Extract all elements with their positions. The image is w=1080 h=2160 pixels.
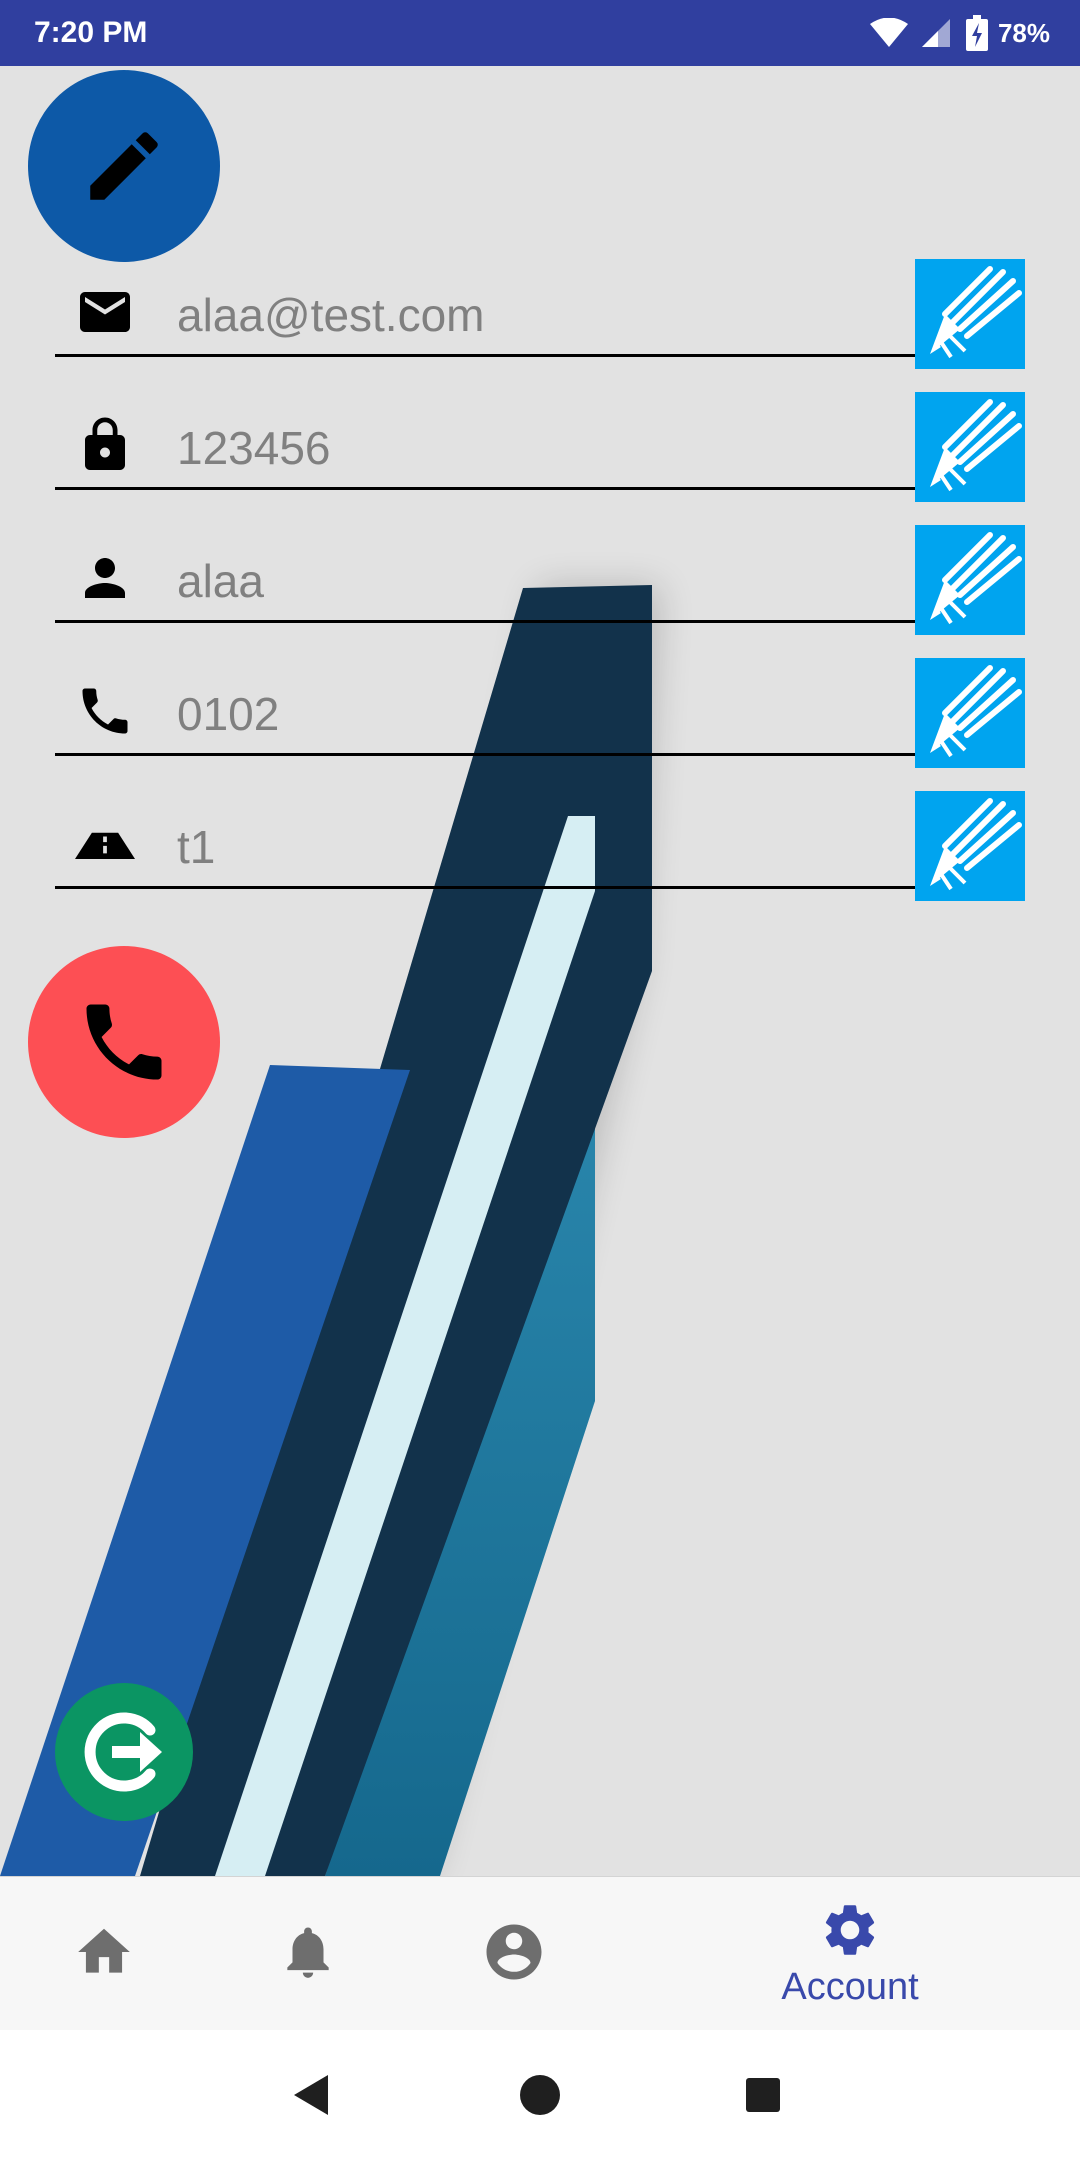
email-value[interactable]: alaa@test.com: [177, 287, 485, 343]
road-icon: [75, 814, 135, 874]
nav-notifications[interactable]: [256, 1877, 360, 2031]
gear-icon: [825, 1905, 875, 1955]
phone-icon: [75, 681, 135, 741]
status-icons: 78%: [869, 12, 1050, 54]
status-time: 7:20 PM: [34, 16, 148, 49]
edit-road-button[interactable]: [915, 791, 1025, 901]
email-field-row: alaa@test.com: [55, 244, 1025, 369]
recents-button[interactable]: [733, 2065, 793, 2125]
name-value[interactable]: alaa: [177, 553, 264, 609]
edit-profile-button[interactable]: [28, 70, 220, 262]
home-icon: [78, 1928, 130, 1973]
phone-value[interactable]: 0102: [177, 686, 279, 742]
wifi-icon: [869, 18, 908, 47]
nav-account-label: Account: [781, 1966, 919, 2008]
road-value[interactable]: t1: [177, 819, 215, 875]
phone-field-row: 0102: [55, 643, 1025, 768]
bottom-navigation: Account: [0, 1876, 1080, 2031]
edit-phone-button[interactable]: [915, 658, 1025, 768]
edit-email-button[interactable]: [915, 259, 1025, 369]
system-navigation-bar: [0, 2030, 1080, 2160]
edit-name-button[interactable]: [915, 525, 1025, 635]
battery-percent: 78%: [997, 17, 1050, 48]
back-button[interactable]: [282, 2065, 342, 2125]
lock-icon: [75, 415, 135, 475]
recents-square-icon: [746, 2078, 780, 2112]
edit-password-button[interactable]: [915, 392, 1025, 502]
home-system-button[interactable]: [510, 2065, 570, 2125]
logout-icon: [84, 1712, 162, 1792]
name-field-row: alaa: [55, 510, 1025, 635]
battery-charging-icon: [965, 15, 988, 51]
edit-brush-icon: [930, 665, 1022, 758]
logout-button[interactable]: [55, 1683, 193, 1821]
home-circle-icon: [520, 2075, 560, 2115]
edit-brush-icon: [930, 798, 1022, 891]
signal-icon: [921, 19, 950, 47]
edit-brush-icon: [930, 532, 1022, 625]
edit-brush-icon: [930, 399, 1022, 492]
bell-icon: [287, 1927, 329, 1978]
status-bar: 7:20 PM 78%: [0, 0, 1080, 66]
person-icon: [75, 548, 135, 608]
account-circle-icon: [486, 1924, 542, 1980]
nav-profile[interactable]: [462, 1877, 566, 2031]
back-icon: [294, 2075, 328, 2115]
password-field-row: 123456: [55, 377, 1025, 502]
nav-account[interactable]: Account: [740, 1877, 960, 2031]
call-button[interactable]: [28, 946, 220, 1138]
pencil-icon: [90, 132, 158, 200]
email-icon: [75, 282, 135, 342]
edit-brush-icon: [930, 266, 1022, 359]
password-value[interactable]: 123456: [177, 420, 331, 476]
phone-icon: [86, 1004, 162, 1080]
nav-home[interactable]: [52, 1877, 156, 2031]
road-field-row: t1: [55, 776, 1025, 901]
